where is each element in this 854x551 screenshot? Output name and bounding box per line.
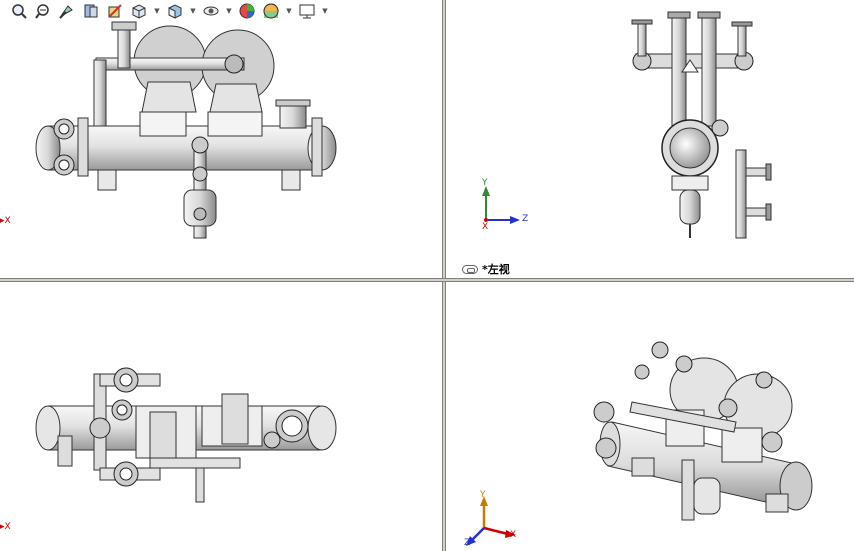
apply-scene-icon[interactable]	[260, 1, 282, 21]
front-view-model	[35, 21, 337, 239]
view-orientation-icon[interactable]	[128, 1, 150, 21]
isometric-view-model	[466, 341, 813, 546]
viewport-isometric[interactable]: Y X Z	[446, 282, 854, 551]
viewport-front[interactable]: ▸X ▼ ▼ ▼ ▼ ▼	[0, 0, 442, 278]
view-name: *左视	[482, 263, 510, 276]
triad-y-label: Y	[482, 178, 488, 188]
viewport-top[interactable]: ▸X	[0, 282, 442, 551]
triad-x-stub: ▸X	[0, 216, 11, 226]
view-orientation-label: *左视	[462, 261, 510, 277]
edit-appearance-icon[interactable]	[236, 1, 258, 21]
triad-x-label: X	[4, 216, 11, 226]
hide-show-items-icon[interactable]	[200, 1, 222, 21]
triad-z-label: Z	[522, 214, 529, 224]
chevron-down-icon[interactable]: ▼	[284, 1, 294, 21]
previous-view-icon[interactable]	[56, 1, 78, 21]
triad-x-label: X	[510, 530, 517, 540]
chevron-down-icon[interactable]: ▼	[152, 1, 162, 21]
dynamic-annotation-icon[interactable]	[104, 1, 126, 21]
triad-y-label: Y	[480, 490, 486, 500]
zoom-to-fit-icon[interactable]	[8, 1, 30, 21]
view-settings-icon[interactable]	[296, 1, 318, 21]
viewport-left[interactable]: Y Z X *左视	[446, 0, 854, 278]
chevron-down-icon[interactable]: ▼	[188, 1, 198, 21]
section-view-icon[interactable]	[80, 1, 102, 21]
viewport-splitter-horizontal[interactable]	[0, 278, 854, 282]
zoom-to-area-icon[interactable]	[32, 1, 54, 21]
triad-x-stub: ▸X	[0, 522, 11, 532]
triad-x-label: X	[4, 522, 11, 532]
triad-z-label: Z	[464, 538, 471, 548]
heads-up-view-toolbar: ▼ ▼ ▼ ▼ ▼	[8, 0, 330, 22]
chevron-down-icon[interactable]: ▼	[224, 1, 234, 21]
top-view-model	[35, 367, 337, 503]
link-views-icon[interactable]	[462, 264, 478, 274]
chevron-down-icon[interactable]: ▼	[320, 1, 330, 21]
viewport-splitter-vertical[interactable]	[442, 0, 446, 551]
display-style-icon[interactable]	[164, 1, 186, 21]
left-view-model	[482, 11, 772, 239]
triad-x-label: X	[482, 222, 489, 232]
